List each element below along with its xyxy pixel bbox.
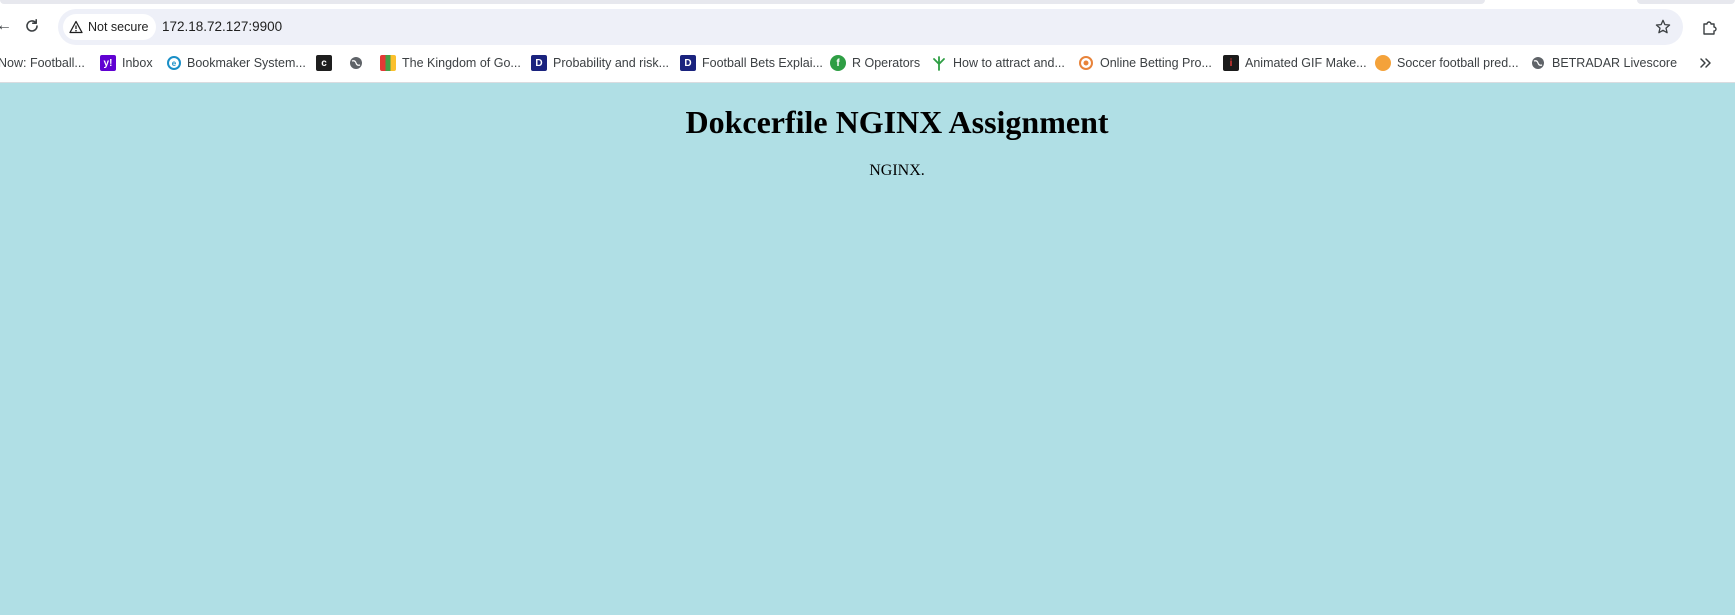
tab-strip-edge (0, 0, 1485, 4)
globe-icon (1530, 55, 1546, 71)
bookmark-label: Bookmaker System... (187, 56, 306, 70)
bookmark-label: The Kingdom of Go... (402, 56, 521, 70)
bookmark-item[interactable]: f R Operators (830, 47, 920, 79)
security-label: Not secure (88, 20, 149, 34)
star-icon[interactable] (1653, 17, 1673, 37)
yahoo-mail-icon: y! (100, 55, 116, 71)
bookmark-label: Soccer football pred... (1397, 56, 1519, 70)
bookmarks-bar: Now: Football... y! Inbox e Bookmaker Sy… (0, 47, 1735, 83)
bookmark-item[interactable]: Soccer football pred... (1375, 47, 1519, 79)
url-text[interactable]: 172.18.72.127:9900 (162, 9, 282, 45)
bookmark-item[interactable]: D Probability and risk... (531, 47, 669, 79)
orange-ring-icon (1078, 55, 1094, 71)
bookmark-label: Online Betting Pro... (1100, 56, 1212, 70)
bookmark-item[interactable]: How to attract and... (931, 47, 1065, 79)
bookmark-item[interactable]: Now: Football... (0, 47, 85, 79)
bookmark-item[interactable]: i Animated GIF Make... (1223, 47, 1367, 79)
bookmark-label: Inbox (122, 56, 153, 70)
bookmark-item[interactable]: BETRADAR Livescore (1530, 47, 1677, 79)
bookmark-label: How to attract and... (953, 56, 1065, 70)
gif-maker-icon: i (1223, 55, 1239, 71)
bookmark-label: R Operators (852, 56, 921, 70)
bookmark-label: BETRADAR Livescore (1552, 56, 1678, 70)
page-text: NGINX. (869, 162, 925, 179)
bookmark-label: Now: Football... (0, 56, 85, 70)
globe-icon (348, 55, 364, 71)
bookmark-label: Football Bets Explai... (702, 56, 823, 70)
dark-app-icon: c (316, 55, 332, 71)
security-chip[interactable]: Not secure (63, 14, 157, 40)
bookmark-label: Animated GIF Make... (1245, 56, 1367, 70)
browser-toolbar: ← Not secure 172.18.72.127:9900 (0, 5, 1735, 47)
bookmark-item[interactable]: Online Betting Pro... (1078, 47, 1212, 79)
bookmark-label: Probability and risk... (553, 56, 670, 70)
extensions-icon[interactable] (1699, 17, 1721, 39)
green-f-icon: f (830, 55, 846, 71)
page-heading: Dokcerfile NGINX Assignment (685, 104, 1109, 140)
bookmark-item[interactable]: c (316, 47, 332, 79)
chevron-double-right-icon[interactable] (1695, 53, 1715, 73)
tree-icon (931, 55, 947, 71)
bookmark-item[interactable]: The Kingdom of Go... (380, 47, 521, 79)
back-arrow-icon[interactable]: ← (0, 16, 12, 36)
orange-ball-icon (1375, 55, 1391, 71)
page-content: Dokcerfile NGINX Assignment NGINX. (0, 83, 1735, 615)
warning-triangle-icon (69, 20, 83, 34)
bookmark-item[interactable]: e Bookmaker System... (167, 47, 306, 79)
bookmark-item[interactable]: y! Inbox (100, 47, 153, 79)
bookmark-item[interactable]: D Football Bets Explai... (680, 47, 823, 79)
colorful-grid-icon (380, 55, 396, 71)
tab-strip-edge-right (1637, 0, 1735, 4)
bookmaker-icon: e (167, 56, 181, 70)
address-bar[interactable]: Not secure 172.18.72.127:9900 (58, 9, 1683, 45)
d-blue-icon: D (531, 55, 547, 71)
bookmark-item[interactable] (348, 47, 364, 79)
d-blue-icon: D (680, 55, 696, 71)
reload-icon[interactable] (21, 15, 43, 37)
